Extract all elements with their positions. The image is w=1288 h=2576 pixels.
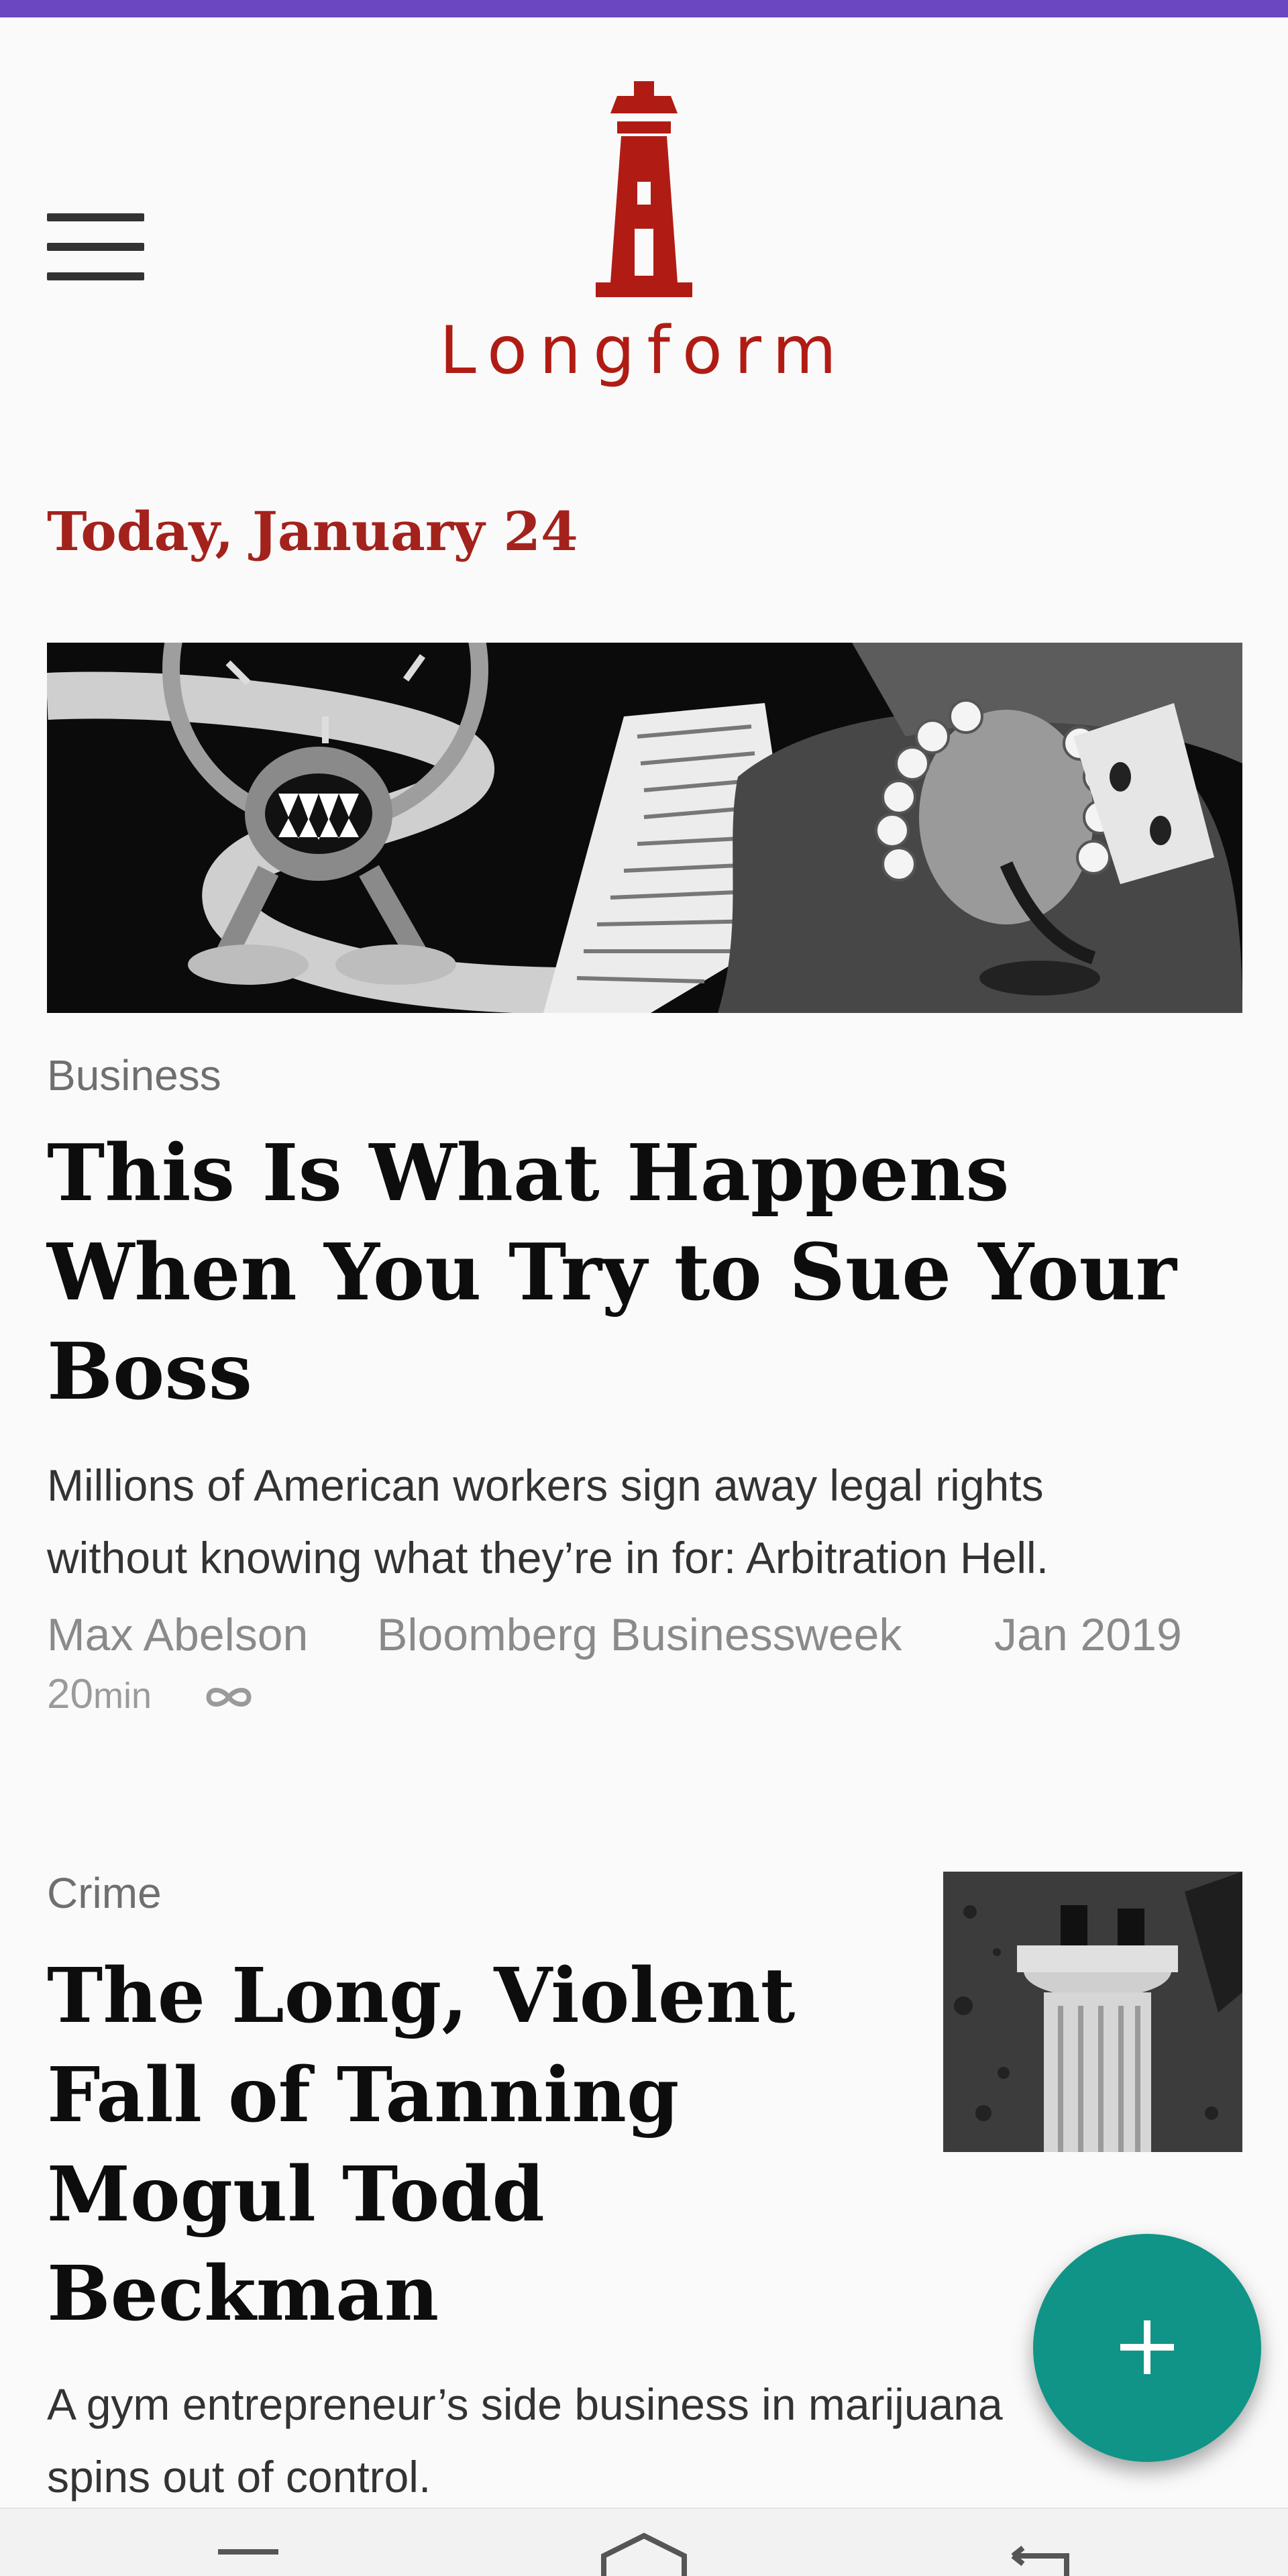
headline-line: When You Try to Sue Your — [47, 1227, 1177, 1318]
infinity-icon[interactable] — [203, 1684, 254, 1711]
summary-line: A gym entrepreneur’s side business in ma… — [47, 2379, 1003, 2429]
read-time-unit: min — [93, 1676, 152, 1716]
nav-back-icon[interactable] — [939, 2509, 1140, 2576]
status-bar — [0, 0, 1288, 17]
lighthouse-logo-icon — [596, 81, 692, 297]
article-publication[interactable]: Bloomberg Businessweek — [377, 1609, 902, 1661]
headline-line: This Is What Happens — [47, 1128, 1010, 1219]
article-headline[interactable]: The Long, Violent Fall of Tanning Mogul … — [47, 1947, 919, 2344]
article-date: Jan 2019 — [994, 1609, 1182, 1660]
article-thumbnail[interactable] — [943, 1872, 1242, 2152]
add-button[interactable] — [1033, 2234, 1261, 2462]
nav-menu-icon[interactable] — [148, 2509, 349, 2576]
system-navigation-bar — [0, 2508, 1288, 2576]
headline-line: Fall of Tanning — [47, 2051, 680, 2139]
article-headline[interactable]: This Is What Happens When You Try to Sue… — [47, 1124, 1177, 1421]
headline-line: The Long, Violent — [47, 1952, 796, 2040]
app-header: Longform — [0, 17, 1288, 420]
read-time-value: 20 — [47, 1671, 93, 1717]
summary-line: without knowing what they’re in for: Arb… — [47, 1533, 1049, 1582]
hamburger-menu-icon[interactable] — [40, 199, 148, 299]
brand-name: Longform — [439, 313, 849, 389]
headline-line: Boss — [47, 1326, 253, 1417]
article-meta: Max Abelson Bloomberg Businessweek Jan 2… — [47, 1609, 1254, 1669]
headline-line: Beckman — [47, 2250, 439, 2338]
nav-home-icon[interactable] — [543, 2509, 745, 2576]
article-author[interactable]: Max Abelson — [47, 1609, 308, 1661]
article-summary: Millions of American workers sign away l… — [47, 1449, 1049, 1594]
summary-line: Millions of American workers sign away l… — [47, 1460, 1044, 1510]
headline-line: Mogul Todd — [47, 2151, 545, 2239]
summary-line: spins out of control. — [47, 2452, 431, 2502]
article-hero-image[interactable] — [47, 643, 1242, 1013]
article-meta-secondary: 20min — [47, 1670, 254, 1731]
article-summary: A gym entrepreneur’s side business in ma… — [47, 2368, 1093, 2513]
article-category: Crime — [47, 1869, 162, 1917]
date-heading: Today, January 24 — [47, 500, 578, 563]
article-category: Business — [47, 1051, 221, 1099]
